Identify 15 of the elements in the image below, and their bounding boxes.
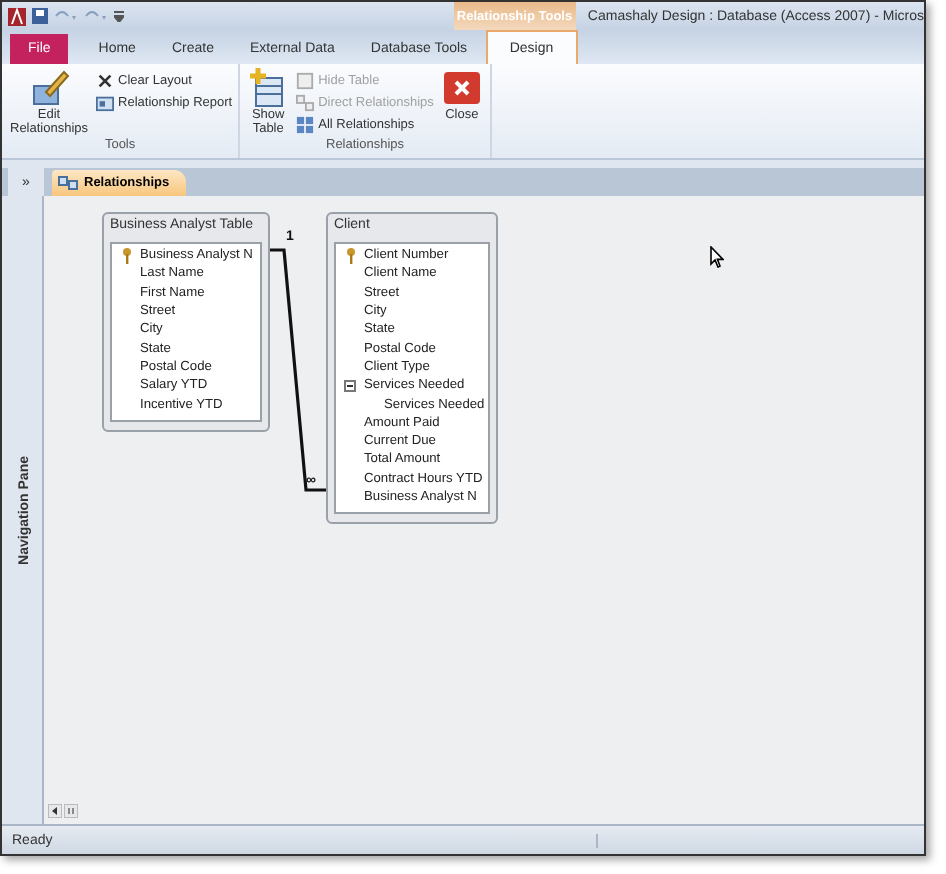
report-icon <box>96 93 115 111</box>
tables-icon <box>296 115 315 133</box>
table-icon <box>296 71 315 89</box>
table-add-icon <box>248 68 289 108</box>
close-x-icon <box>96 71 115 89</box>
scroll-left-icon[interactable] <box>48 804 62 818</box>
pencil-table-icon <box>29 68 69 108</box>
tables-icon <box>296 93 315 111</box>
customize-caret-icon[interactable] <box>114 10 124 22</box>
relationships-icon <box>58 176 78 190</box>
collapse-icon[interactable] <box>344 379 356 392</box>
close-icon <box>441 68 482 108</box>
mouse-pointer-icon <box>710 246 724 268</box>
app-logo-icon <box>8 7 26 25</box>
save-icon[interactable] <box>32 8 48 24</box>
